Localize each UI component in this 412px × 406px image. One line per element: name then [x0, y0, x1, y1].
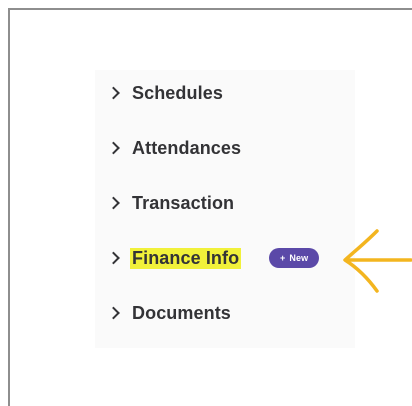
badge-plus: +: [280, 253, 286, 263]
badge-text: New: [289, 253, 309, 263]
chevron-right-icon: [107, 141, 120, 155]
menu-item-finance-info[interactable]: Finance Info + New: [95, 235, 355, 281]
menu-item-label: Finance Info: [130, 247, 242, 269]
chevron-right-icon: [107, 86, 120, 100]
menu-item-documents[interactable]: Documents: [95, 290, 355, 336]
chevron-right-icon: [107, 196, 120, 210]
arrow-left-icon: [343, 229, 412, 293]
menu-item-label: Transaction: [132, 192, 235, 213]
chevron-right-icon: [107, 251, 120, 265]
menu-item-transaction[interactable]: Transaction: [95, 180, 355, 226]
menu-item-label: Documents: [132, 302, 231, 323]
new-badge: + New: [269, 248, 320, 268]
menu-item-label: Attendances: [132, 137, 242, 158]
sidebar-menu: Schedules Attendances Transaction Financ…: [95, 70, 355, 348]
chevron-right-icon: [107, 306, 120, 320]
menu-item-label: Schedules: [132, 82, 223, 103]
menu-item-schedules[interactable]: Schedules: [95, 70, 355, 116]
menu-item-attendances[interactable]: Attendances: [95, 125, 355, 171]
